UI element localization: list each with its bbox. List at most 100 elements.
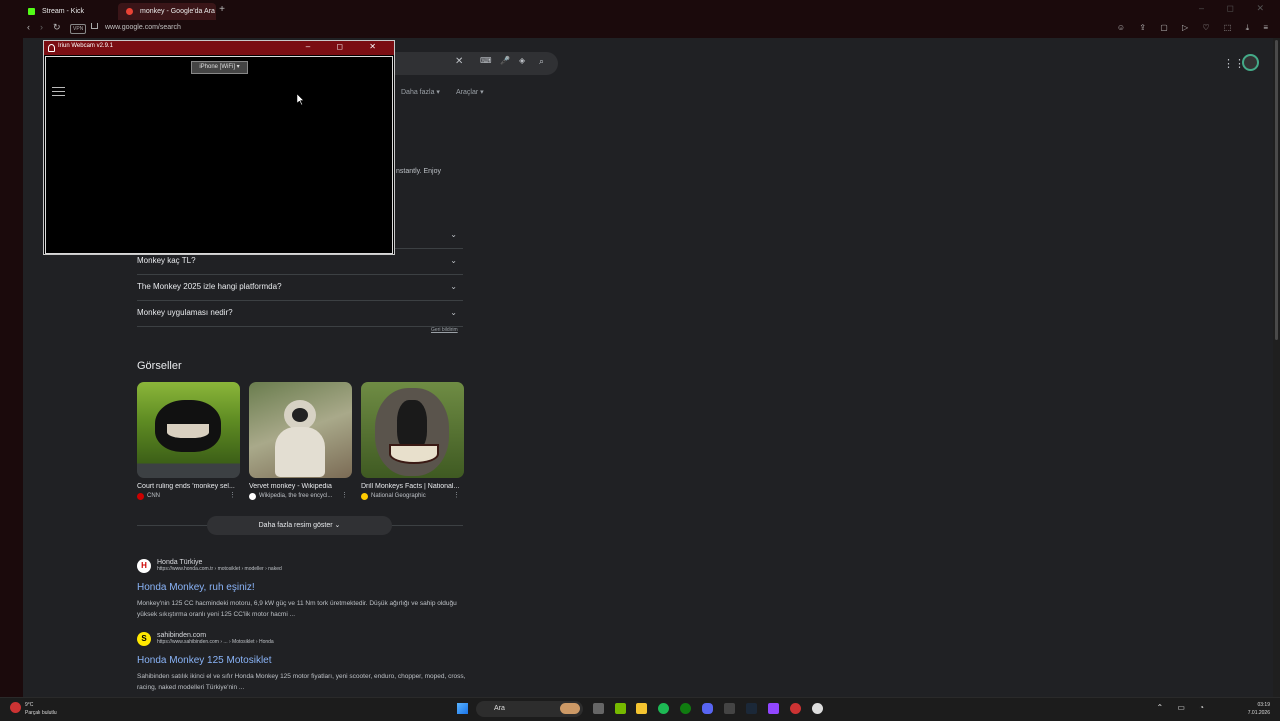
steam-icon[interactable] — [746, 703, 757, 714]
natgeo-icon — [361, 493, 368, 500]
keyboard-icon[interactable]: ⌨ — [480, 56, 492, 65]
more-images-button[interactable]: Daha fazla resim göster ⌄ — [207, 516, 392, 535]
system-tray[interactable]: ⌃ ▭ ◔ — [1156, 703, 1210, 712]
search-highlight-icon[interactable] — [560, 703, 580, 714]
search-result: S sahibinden.com https://www.sahibinden.… — [137, 632, 477, 693]
opera-gx-icon[interactable] — [790, 703, 801, 714]
search-input[interactable]: ✕ ⌨ 🎤 ◈ ⌕ — [395, 52, 558, 75]
tab-google-search[interactable]: monkey - Google'da Ara — [118, 3, 216, 20]
task-view-icon[interactable] — [593, 703, 604, 714]
lens-icon[interactable]: ◈ — [519, 56, 525, 65]
browser-toolbar: ‹ › ↻ VPN www.google.com/search ☺ ⇪ ▢ ▷ … — [0, 20, 1280, 38]
tab-bar: Stream - Kick Dashboard monkey - Google'… — [0, 0, 1280, 32]
result-site[interactable]: H Honda Türkiye https://www.honda.com.tr… — [137, 559, 477, 576]
site-name: sahibinden.com — [157, 632, 207, 639]
honda-icon: H — [137, 559, 151, 573]
site-name: Honda Türkiye — [157, 559, 203, 566]
image-result[interactable]: Court ruling ends 'monkey sel... CNN ⋮ — [137, 382, 240, 500]
sidebar — [0, 38, 23, 697]
faq-item[interactable]: The Monkey 2025 izle hangi platformda? ⌄ — [137, 274, 463, 301]
result-title-link[interactable]: Honda Monkey 125 Motosiklet — [137, 655, 477, 666]
snippet-fragment: nstantly. Enjoy — [396, 168, 442, 175]
tab-label: monkey - Google'da Ara — [140, 8, 215, 15]
image-caption: Drill Monkeys Facts | National... — [361, 483, 460, 490]
back-icon[interactable]: ‹ — [27, 22, 30, 32]
chevron-down-icon: ⌄ — [450, 282, 457, 291]
vervet-monkey-image[interactable] — [249, 382, 352, 478]
image-result[interactable]: Vervet monkey - Wikipedia Wikipedia, the… — [249, 382, 352, 500]
result-site[interactable]: S sahibinden.com https://www.sahibinden.… — [137, 632, 477, 649]
browser-window-controls[interactable]: – ◻ ✕ — [1199, 3, 1274, 14]
more-options-icon[interactable]: ⋮ — [453, 491, 460, 499]
clear-icon[interactable]: ✕ — [455, 56, 463, 67]
weather-icon — [10, 702, 21, 713]
webcam-titlebar[interactable]: Iriun Webcam v2.9.1 – ◻ ✕ — [44, 41, 394, 55]
site-url: https://www.sahibinden.com › ... › Motos… — [157, 639, 274, 645]
time: 03:19 — [1257, 702, 1270, 708]
scrollbar[interactable] — [1273, 38, 1280, 697]
webcam-preview: iPhone [WiFi] ▾ — [45, 56, 393, 254]
faq-question: Monkey kaç TL? — [137, 256, 196, 265]
google-icon — [126, 8, 133, 15]
avatar[interactable] — [1242, 54, 1259, 71]
address-bar[interactable]: www.google.com/search — [105, 24, 181, 31]
webcam-window: Iriun Webcam v2.9.1 – ◻ ✕ iPhone [WiFi] … — [43, 40, 395, 255]
vpn-badge[interactable]: VPN — [70, 24, 87, 34]
faq-question: The Monkey 2025 izle hangi platformda? — [137, 282, 282, 291]
cnn-icon — [137, 493, 144, 500]
temperature: 9°C — [25, 702, 34, 708]
webcam-title: Iriun Webcam v2.9.1 — [58, 43, 113, 49]
app-icon[interactable] — [724, 703, 735, 714]
kick-icon — [28, 8, 35, 15]
chevron-down-icon: ⌄ — [450, 256, 457, 265]
weather-widget[interactable]: 9°C Parçalı bulutlu — [10, 701, 57, 717]
lock-icon — [91, 23, 98, 29]
spotify-icon[interactable] — [658, 703, 669, 714]
hamburger-menu-icon[interactable] — [52, 87, 65, 99]
faq-item[interactable]: Monkey uygulaması nedir? ⌄ — [137, 300, 463, 327]
search-result: H Honda Türkiye https://www.honda.com.tr… — [137, 559, 477, 620]
tool-more[interactable]: Daha fazla ▾ — [401, 88, 440, 96]
clock[interactable]: 03:19 7.01.2026 — [1248, 701, 1270, 717]
mouse-cursor-icon — [297, 94, 305, 105]
image-source: National Geographic — [361, 493, 464, 500]
start-button-icon[interactable] — [457, 703, 468, 714]
discord-icon[interactable] — [702, 703, 713, 714]
scrollbar-thumb[interactable] — [1275, 40, 1278, 340]
chevron-down-icon: ⌄ — [450, 308, 457, 317]
more-options-icon[interactable]: ⋮ — [341, 491, 348, 499]
twitch-icon[interactable] — [768, 703, 779, 714]
microphone-icon[interactable]: 🎤 — [500, 56, 510, 65]
forward-icon[interactable]: › — [40, 22, 43, 32]
faq-question: Monkey uygulaması nedir? — [137, 308, 233, 317]
webcam-app-icon — [48, 44, 55, 52]
sahibinden-icon: S — [137, 632, 151, 646]
drill-monkey-image[interactable] — [361, 382, 464, 478]
site-url: https://www.honda.com.tr › motosiklet › … — [157, 566, 282, 572]
xbox-icon[interactable] — [680, 703, 691, 714]
search-icon[interactable]: ⌕ — [539, 56, 544, 67]
tool-tools[interactable]: Araçlar ▾ — [456, 88, 484, 96]
weather-condition: Parçalı bulutlu — [25, 710, 57, 716]
iriun-webcam-icon[interactable] — [812, 703, 823, 714]
image-caption: Vervet monkey - Wikipedia — [249, 483, 332, 490]
file-explorer-icon[interactable] — [636, 703, 647, 714]
more-options-icon[interactable]: ⋮ — [229, 491, 236, 499]
reload-icon[interactable]: ↻ — [53, 22, 61, 33]
toolbar-extension-icons[interactable]: ☺ ⇪ ▢ ▷ ♡ ⬚ ⤓ ≡ — [1117, 23, 1274, 33]
new-tab-button[interactable]: + — [216, 3, 228, 17]
image-source: Wikipedia, the free encycl... — [249, 493, 352, 500]
image-caption: Court ruling ends 'monkey sel... — [137, 483, 235, 490]
nvidia-icon[interactable] — [615, 703, 626, 714]
tab-kick-dashboard[interactable]: Stream - Kick Dashboard — [20, 3, 118, 32]
image-source: CNN — [137, 493, 240, 500]
monkey-selfie-image[interactable] — [137, 382, 240, 478]
device-select[interactable]: iPhone [WiFi] ▾ — [191, 61, 248, 74]
result-description: Monkey'nin 125 CC hacmindeki motoru, 6,9… — [137, 600, 457, 618]
chevron-down-icon: ⌄ — [450, 230, 457, 239]
webcam-window-controls[interactable]: – ◻ ✕ — [306, 42, 388, 51]
result-title-link[interactable]: Honda Monkey, ruh eşiniz! — [137, 582, 477, 593]
date: 7.01.2026 — [1247, 710, 1270, 716]
feedback-link[interactable]: Geri bildirim — [431, 327, 458, 333]
image-result[interactable]: Drill Monkeys Facts | National... Nation… — [361, 382, 464, 500]
